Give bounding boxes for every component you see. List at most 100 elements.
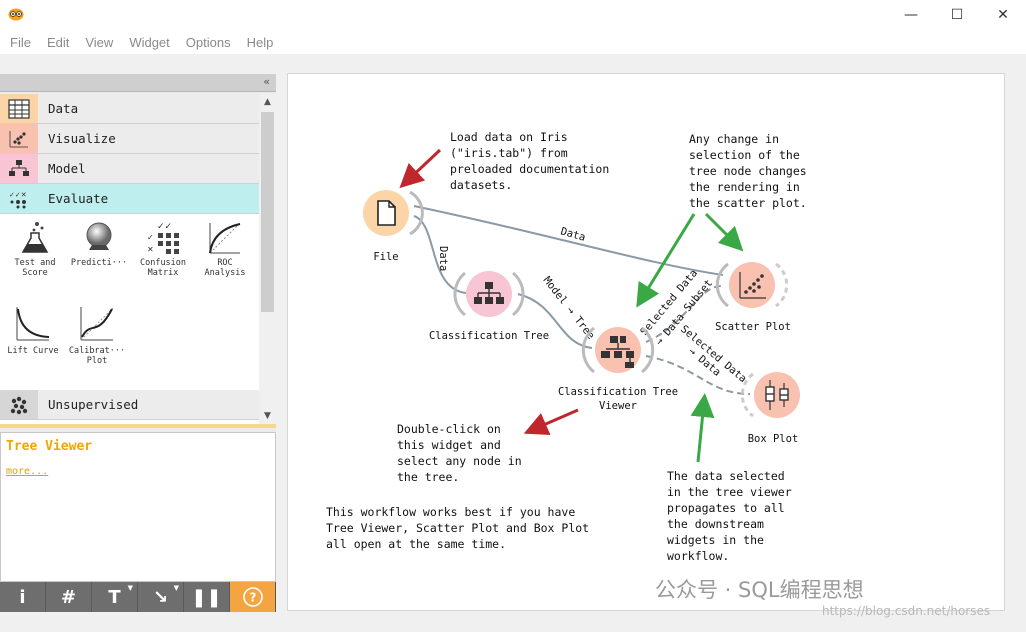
table-icon — [0, 94, 38, 123]
red-arrow-file — [399, 148, 442, 189]
orange-canvas-window: — ☐ ✕ File Edit View Widget Options Help… — [0, 0, 1026, 632]
svg-text:✓✓✕: ✓✓✕ — [9, 191, 27, 199]
widget-predictions[interactable]: Predicti··· — [66, 216, 132, 300]
clusters-icon — [0, 390, 38, 419]
menu-edit[interactable]: Edit — [41, 35, 75, 50]
menu-widget[interactable]: Widget — [123, 35, 175, 50]
dock-bottom-toolbar: i # T ▼ ↘ ▼ ❚❚ ? — [0, 582, 276, 612]
annotation-double-click[interactable]: Double-click on this widget and select a… — [397, 421, 522, 485]
menu-bar: File Edit View Widget Options Help — [0, 30, 1026, 54]
crystal-ball-icon — [86, 222, 112, 250]
node-box-plot[interactable] — [740, 372, 800, 418]
svg-text:✓: ✓ — [147, 233, 154, 242]
text-annotation-button[interactable]: T ▼ — [92, 582, 138, 612]
scroll-up-button[interactable]: ▲ — [259, 94, 276, 110]
widget-label-line2: Matrix — [147, 268, 179, 278]
text-tool-glyph: T — [108, 586, 121, 608]
node-label-tree-viewer-line1: Classification Tree — [557, 386, 679, 398]
scatter-icon — [0, 124, 38, 153]
scroll-thumb[interactable] — [261, 112, 274, 312]
watermark-url: https://blog.csdn.net/horses — [822, 604, 991, 618]
menu-file[interactable]: File — [4, 35, 37, 50]
workflow-canvas[interactable]: Data Data Model → Tree Selected Data → D… — [287, 73, 1005, 611]
category-model-label: Model — [48, 161, 86, 176]
widget-label-line1: ROC — [217, 258, 233, 268]
green-arrow-box — [690, 393, 715, 463]
node-label-scatter-plot: Scatter Plot — [715, 321, 791, 333]
svg-text:✕: ✕ — [147, 245, 154, 254]
caret-icon: ▼ — [127, 584, 133, 592]
arrow-tool-glyph: ↘ — [152, 586, 169, 608]
widget-test-and-score[interactable]: Test and Score — [2, 216, 68, 300]
help-glyph: ? — [249, 591, 256, 605]
dock-header: « — [0, 74, 276, 92]
category-model[interactable]: Model — [0, 154, 259, 184]
node-label-file: File — [373, 251, 399, 263]
help-more-link[interactable]: more... — [6, 466, 270, 477]
help-title: Tree Viewer — [6, 439, 93, 454]
lift-curve-icon — [16, 307, 50, 341]
minimize-button[interactable]: — — [888, 0, 934, 30]
annotation-load-data[interactable]: Load data on Iris ("iris.tab") from prel… — [450, 129, 609, 193]
pause-button[interactable]: ❚❚ — [184, 582, 230, 612]
link-label-data-2: Data — [437, 246, 449, 271]
widget-calibration-plot[interactable]: Calibrat··· Plot — [64, 300, 130, 384]
node-scatter-plot[interactable] — [715, 262, 789, 308]
title-bar: — ☐ ✕ — [0, 0, 1026, 30]
maximize-button[interactable]: ☐ — [934, 0, 980, 30]
scroll-down-button[interactable]: ▼ — [259, 408, 276, 424]
tree-model-icon — [0, 154, 38, 183]
help-button[interactable]: ? — [230, 582, 276, 612]
node-file[interactable] — [363, 190, 424, 236]
menu-help[interactable]: Help — [241, 35, 280, 50]
svg-text:✓✓: ✓✓ — [157, 222, 172, 232]
widget-label-line1: Predicti··· — [70, 258, 128, 268]
flask-icon — [21, 222, 49, 253]
widget-label-line2: Score — [22, 268, 48, 278]
widget-label-line1: Calibrat··· — [68, 346, 126, 356]
category-visualize-label: Visualize — [48, 131, 116, 146]
roc-curve-icon — [209, 222, 241, 254]
orange-logo-icon — [8, 8, 24, 21]
info-button[interactable]: i — [0, 582, 46, 612]
evaluate-icon: ✓✓✕ — [0, 184, 38, 213]
node-label-box-plot: Box Plot — [747, 433, 799, 445]
category-unsupervised[interactable]: Unsupervised — [0, 390, 259, 420]
widget-label-line1: Test and — [14, 258, 56, 268]
caret-icon: ▼ — [173, 584, 179, 592]
widget-label-line1: Confusion — [139, 258, 187, 268]
watermark-text: 公众号 · SQL编程思想 — [655, 578, 864, 602]
node-label-classification-tree: Classification Tree — [428, 330, 550, 342]
grid-button[interactable]: # — [46, 582, 92, 612]
annotation-data-selected[interactable]: The data selected in the tree viewer pro… — [667, 468, 792, 564]
widget-label-line2: Analysis — [204, 268, 246, 278]
toolbox-scrollbar[interactable]: ▲ ▼ — [259, 94, 276, 424]
category-visualize[interactable]: Visualize — [0, 124, 259, 154]
category-unsupervised-label: Unsupervised — [48, 397, 139, 412]
node-classification-tree[interactable] — [453, 271, 525, 317]
widget-toolbox: Data Visualize Model ✓✓✕ Evaluate Test a… — [0, 94, 259, 424]
close-button[interactable]: ✕ — [980, 0, 1026, 30]
widget-roc-analysis[interactable]: ROC Analysis — [192, 216, 258, 300]
calibration-plot-icon — [80, 307, 114, 341]
green-arrow-scatter — [704, 212, 744, 252]
category-data[interactable]: Data — [0, 94, 259, 124]
confusion-matrix-icon: ✓✓ ✓ ✕ — [147, 222, 179, 254]
splitter-handle[interactable] — [0, 424, 276, 428]
annotation-selection-change[interactable]: Any change in selection of the tree node… — [689, 131, 807, 211]
widget-label-line2: Plot — [86, 356, 108, 366]
menu-view[interactable]: View — [79, 35, 119, 50]
widget-label-line1: Lift Curve — [7, 346, 59, 356]
category-evaluate-label: Evaluate — [48, 191, 109, 206]
menu-options[interactable]: Options — [180, 35, 237, 50]
help-circle-icon: ? — [242, 587, 263, 607]
left-dock-panel: « Data Visualize Model ✓✓✕ Evaluate Test… — [0, 74, 276, 582]
arrow-annotation-button[interactable]: ↘ ▼ — [138, 582, 184, 612]
widget-lift-curve[interactable]: Lift Curve — [0, 300, 66, 384]
annotation-workflow-best[interactable]: This workflow works best if you have Tre… — [326, 504, 589, 552]
node-label-tree-viewer-line2: Viewer — [599, 400, 637, 412]
category-data-label: Data — [48, 101, 79, 116]
widget-confusion-matrix[interactable]: ✓✓ ✓ ✕ Confusion Matrix — [130, 216, 196, 300]
collapse-dock-button[interactable]: « — [263, 75, 270, 88]
category-evaluate[interactable]: ✓✓✕ Evaluate — [0, 184, 259, 214]
